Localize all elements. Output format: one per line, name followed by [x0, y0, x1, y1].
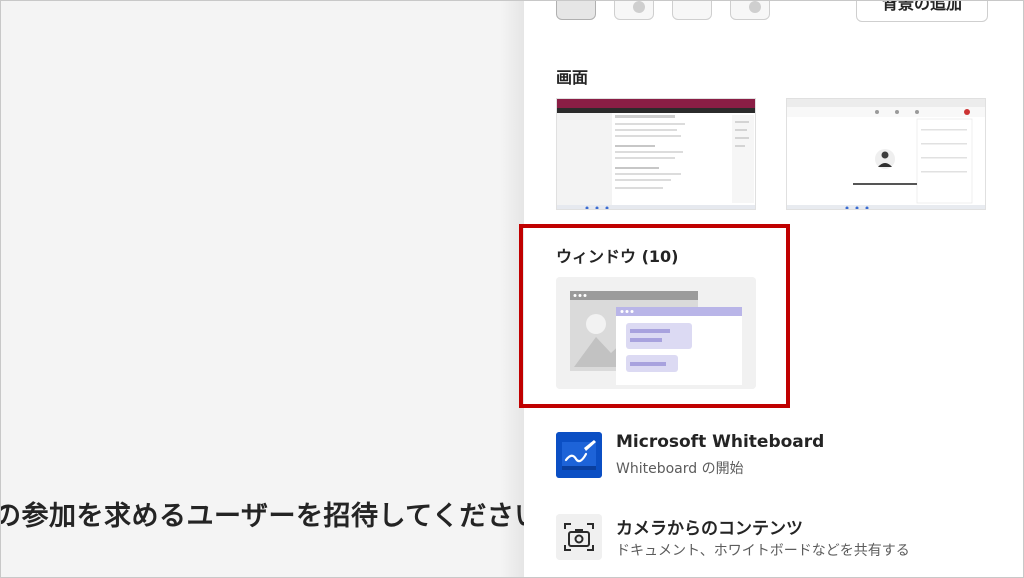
whiteboard-icon: [556, 432, 602, 478]
add-background-button[interactable]: 背景の追加: [856, 0, 988, 22]
camera-content-subtitle: ドキュメント、ホワイトボードなどを共有する: [616, 543, 910, 559]
microsoft-whiteboard-option[interactable]: Microsoft Whiteboard Whiteboard の開始: [556, 432, 996, 480]
screen-section-title: 画面: [556, 68, 589, 87]
invite-people-text: の参加を求めるユーザーを招待してください: [0, 501, 524, 532]
window-section-highlight-box: [519, 224, 790, 408]
meeting-stage: の参加を求めるユーザーを招待してください: [0, 0, 524, 578]
background-option-4[interactable]: [730, 0, 770, 20]
screen-1-thumbnail[interactable]: [556, 98, 756, 210]
person-icon: [633, 1, 645, 13]
whiteboard-title: Microsoft Whiteboard: [616, 432, 825, 452]
camera-icon: [556, 514, 602, 560]
screen-2-thumbnail[interactable]: [786, 98, 986, 210]
person-icon: [749, 1, 761, 13]
whiteboard-subtitle: Whiteboard の開始: [616, 461, 744, 477]
camera-content-option[interactable]: カメラからのコンテンツ ドキュメント、ホワイトボードなどを共有する: [556, 514, 996, 562]
background-option-3[interactable]: [672, 0, 712, 20]
background-none-option[interactable]: [556, 0, 596, 20]
background-blur-option[interactable]: [614, 0, 654, 20]
camera-content-title: カメラからのコンテンツ: [616, 519, 803, 539]
